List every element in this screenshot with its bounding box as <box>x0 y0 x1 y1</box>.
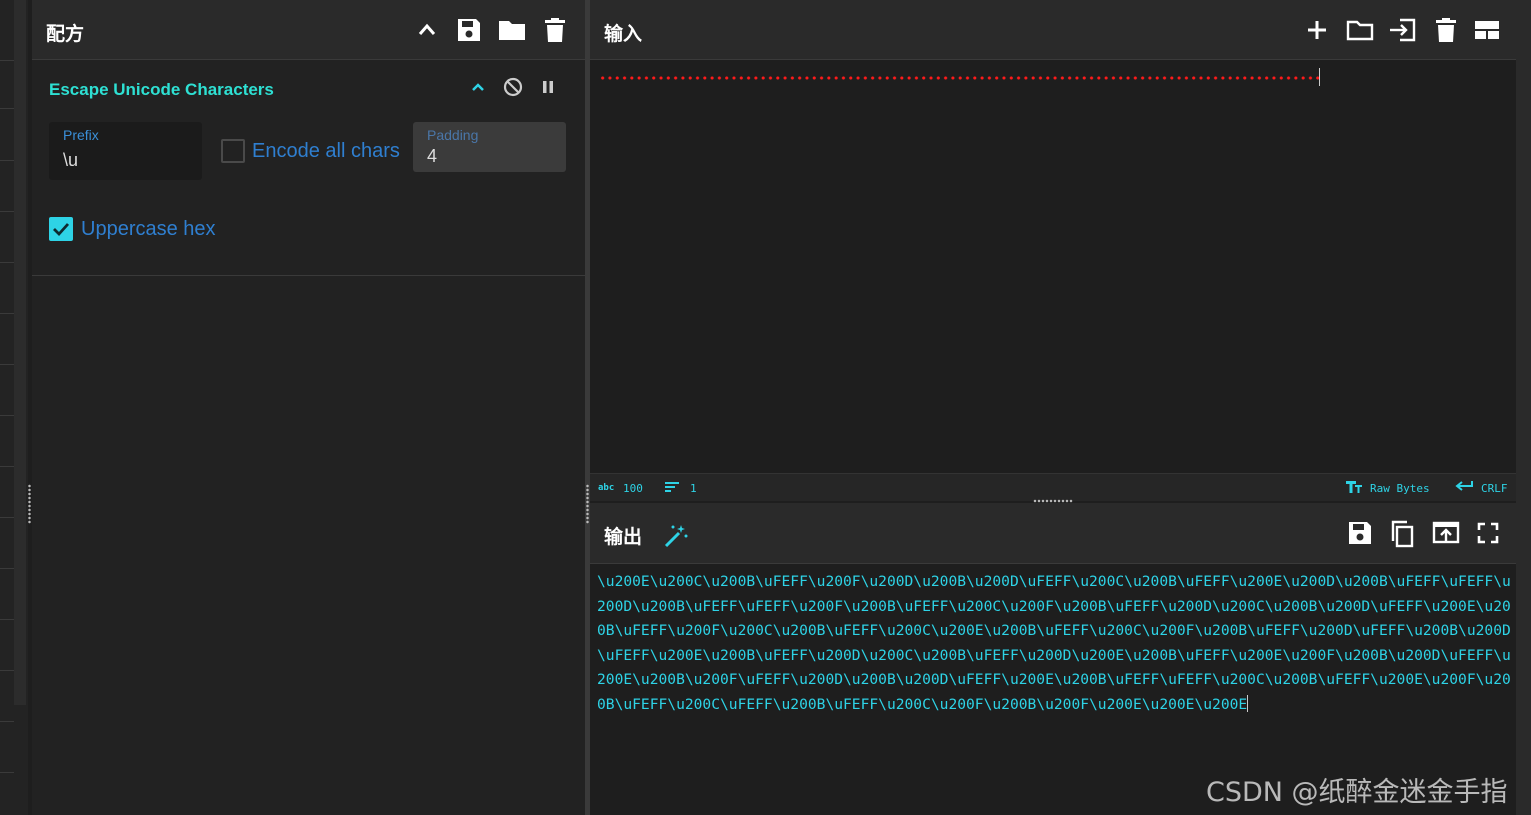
left-sidebar-strip <box>0 0 31 815</box>
padding-label: Padding <box>427 127 479 143</box>
operation-card: Escape Unicode Characters Prefix \u Enco… <box>32 60 585 276</box>
encode-all-chars-checkbox[interactable] <box>221 139 245 163</box>
input-status-bar: abc 100 1 Raw Bytes CRLF <box>590 473 1516 501</box>
output-content: \u200E\u200C\u200B\uFEFF\u200F\u200D\u20… <box>597 573 1511 713</box>
import-icon[interactable] <box>1388 17 1416 43</box>
pause-icon[interactable] <box>537 76 559 98</box>
operation-title: Escape Unicode Characters <box>49 80 274 99</box>
output-header: 输出 <box>590 503 1516 564</box>
lines-icon <box>665 481 679 493</box>
output-panel: 输出 \u200E\u200C\u200B\uFEFF\u200F\u200D\… <box>590 503 1516 815</box>
page-scrollbar[interactable] <box>1516 0 1531 815</box>
left-resize-handle[interactable] <box>28 484 31 524</box>
prefix-value[interactable]: \u <box>63 150 78 171</box>
layout-icon[interactable] <box>1473 17 1499 43</box>
input-length: 100 <box>623 482 643 495</box>
input-title: 输入 <box>604 24 643 45</box>
uppercase-hex-checkbox[interactable] <box>49 217 73 241</box>
output-text[interactable]: \u200E\u200C\u200B\uFEFF\u200F\u200D\u20… <box>597 570 1512 717</box>
input-eol[interactable]: CRLF <box>1481 482 1508 495</box>
fullscreen-icon[interactable] <box>1475 520 1501 546</box>
chevron-up-icon[interactable] <box>414 17 440 43</box>
folder-icon[interactable] <box>1346 17 1374 43</box>
trash-icon[interactable] <box>542 17 568 43</box>
recipe-title: 配方 <box>46 24 85 45</box>
plus-icon[interactable] <box>1304 17 1330 43</box>
output-caret <box>1247 694 1249 712</box>
folder-icon[interactable] <box>498 17 525 43</box>
sidebar-scrollbar[interactable] <box>14 0 26 705</box>
checkmark-icon <box>53 223 70 237</box>
disable-icon[interactable] <box>502 76 524 98</box>
prefix-field[interactable]: Prefix \u <box>49 122 202 180</box>
input-panel: 输入 abc 100 1 Raw Bytes CRLF <box>590 0 1516 503</box>
zero-width-char-markers <box>599 76 1321 80</box>
prefix-label: Prefix <box>63 127 99 143</box>
input-lines: 1 <box>690 482 697 495</box>
eol-icon[interactable] <box>1455 480 1473 492</box>
recipe-panel: 配方 Escape Unicode Characters Prefix \u E… <box>32 0 585 815</box>
encode-all-chars-label[interactable]: Encode all chars <box>252 140 400 163</box>
recipe-header: 配方 <box>32 0 585 60</box>
save-icon[interactable] <box>456 17 482 43</box>
watermark: CSDN @纸醉金迷金手指 <box>1206 777 1508 808</box>
splitter-grip[interactable] <box>586 484 589 524</box>
magic-wand-icon[interactable] <box>662 522 688 548</box>
output-title: 输出 <box>604 527 643 548</box>
save-icon[interactable] <box>1347 520 1373 546</box>
chevron-up-icon[interactable] <box>467 76 489 98</box>
padding-value[interactable]: 4 <box>427 146 437 167</box>
copy-icon[interactable] <box>1389 520 1415 548</box>
uppercase-hex-label[interactable]: Uppercase hex <box>81 218 216 241</box>
input-header: 输入 <box>590 0 1516 60</box>
trash-icon[interactable] <box>1433 17 1459 43</box>
padding-field[interactable]: Padding 4 <box>413 122 566 172</box>
length-icon: abc <box>598 483 615 493</box>
input-encoding[interactable]: Raw Bytes <box>1370 482 1430 495</box>
input-caret <box>1319 68 1320 86</box>
replace-input-icon[interactable] <box>1432 520 1460 546</box>
text-encoding-icon[interactable] <box>1345 479 1363 494</box>
